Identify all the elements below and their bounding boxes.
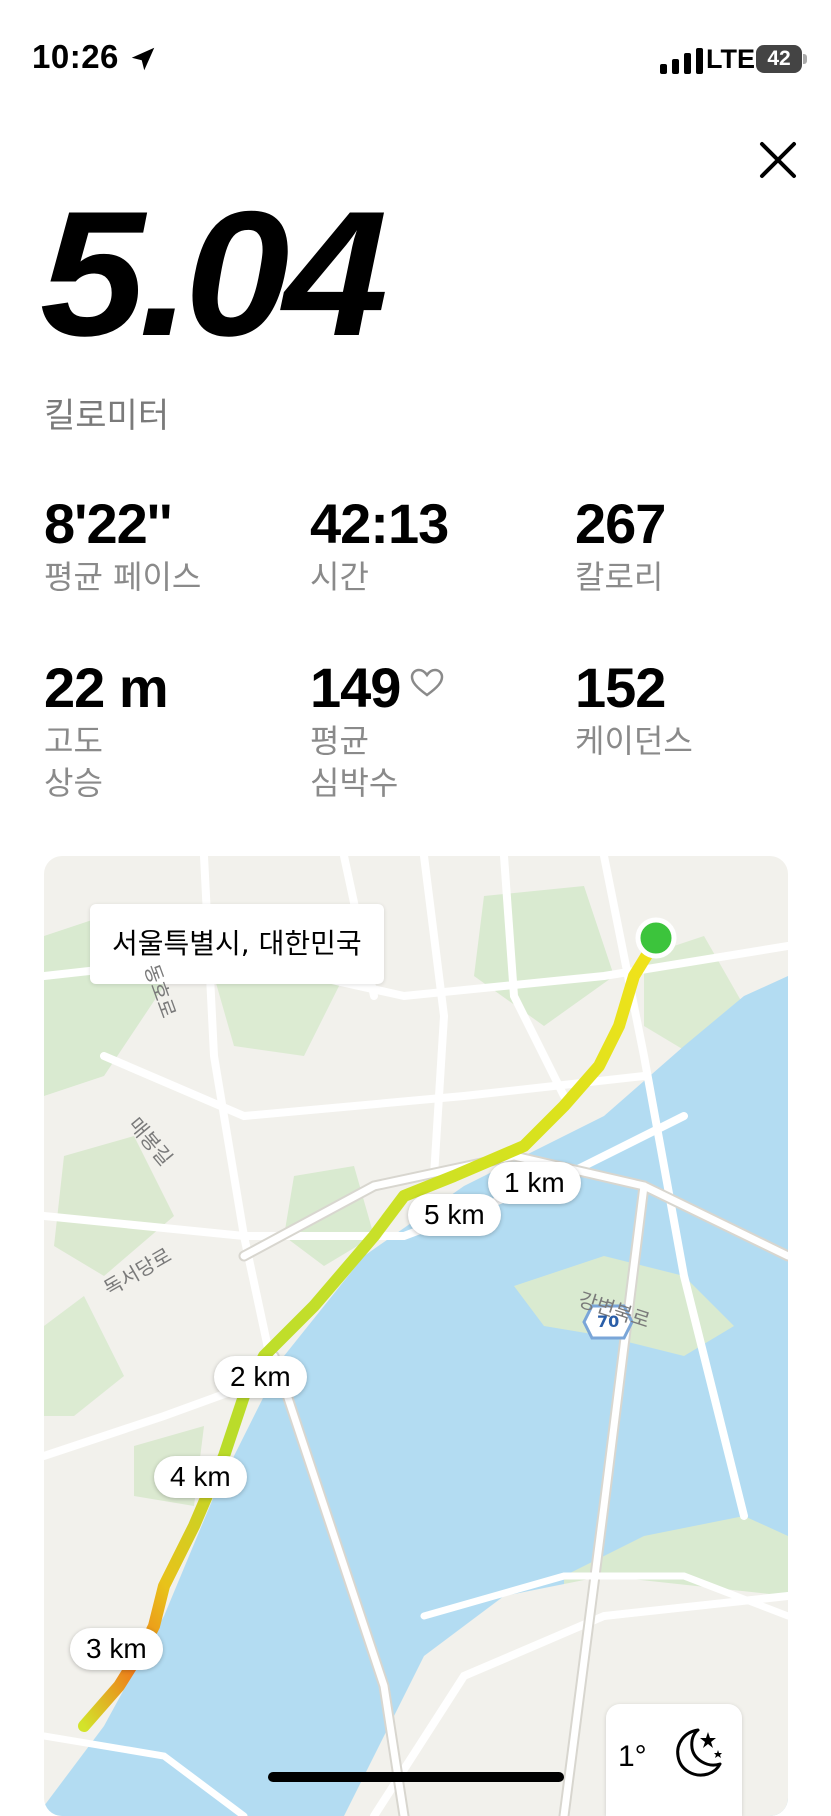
status-time: 10:26 [32, 38, 119, 75]
battery-icon: 42 [756, 45, 802, 73]
stat-label: 평균 페이스 [44, 558, 202, 596]
network-type: LTE [706, 44, 755, 74]
home-indicator[interactable] [268, 1772, 564, 1782]
stat-value: 8'22'' [44, 492, 172, 555]
status-bar: 10:26 LTE 42 [0, 0, 831, 120]
signal-icon [660, 48, 703, 74]
km-marker-2: 2 km [214, 1356, 307, 1398]
stat-label-line1: 고도 [44, 722, 103, 760]
weather-temp: 1° [618, 1740, 647, 1773]
stat-label-line2: 심박수 [310, 764, 399, 802]
stat-avg-heart-rate: 149 평균 심박수 [310, 656, 560, 804]
moon-stars-icon [676, 1728, 722, 1777]
km-marker-3: 3 km [70, 1628, 163, 1670]
stat-label: 칼로리 [575, 558, 664, 596]
stat-label-line2: 상승 [44, 764, 103, 802]
stat-value: 152 [575, 656, 666, 719]
location-label: 서울특별시, 대한민국 [90, 904, 384, 984]
km-marker-5: 5 km [408, 1194, 501, 1236]
distance-value: 5.04 [40, 174, 388, 373]
km-marker-4: 4 km [154, 1456, 247, 1498]
stat-calories: 267 칼로리 [575, 492, 825, 598]
route-map[interactable]: 서울특별시, 대한민국 1 km 5 km 2 km 4 km 3 km 강변북… [44, 856, 788, 1816]
stat-value: 42:13 [310, 492, 449, 555]
stat-label-line1: 평균 [310, 722, 369, 760]
distance-unit: 킬로미터 [44, 396, 170, 436]
stat-label: 시간 [310, 558, 369, 596]
close-icon[interactable] [756, 138, 800, 182]
stat-cadence: 152 케이던스 [575, 656, 825, 762]
stat-elevation-gain: 22 m 고도 상승 [44, 656, 294, 804]
km-marker-1: 1 km [488, 1162, 581, 1204]
location-arrow-icon [131, 47, 155, 71]
stat-avg-pace: 8'22'' 평균 페이스 [44, 492, 294, 598]
heart-icon [411, 668, 444, 697]
stat-label: 케이던스 [575, 722, 693, 760]
stat-value-row: 149 [310, 656, 560, 720]
stat-time: 42:13 시간 [310, 492, 560, 598]
stat-value: 22 m [44, 656, 169, 719]
weather-widget: 1° [606, 1704, 742, 1816]
battery-tip [803, 54, 807, 64]
stat-value: 149 [310, 656, 401, 719]
highway-number: 70 [597, 1312, 620, 1331]
stat-value: 267 [575, 492, 666, 555]
